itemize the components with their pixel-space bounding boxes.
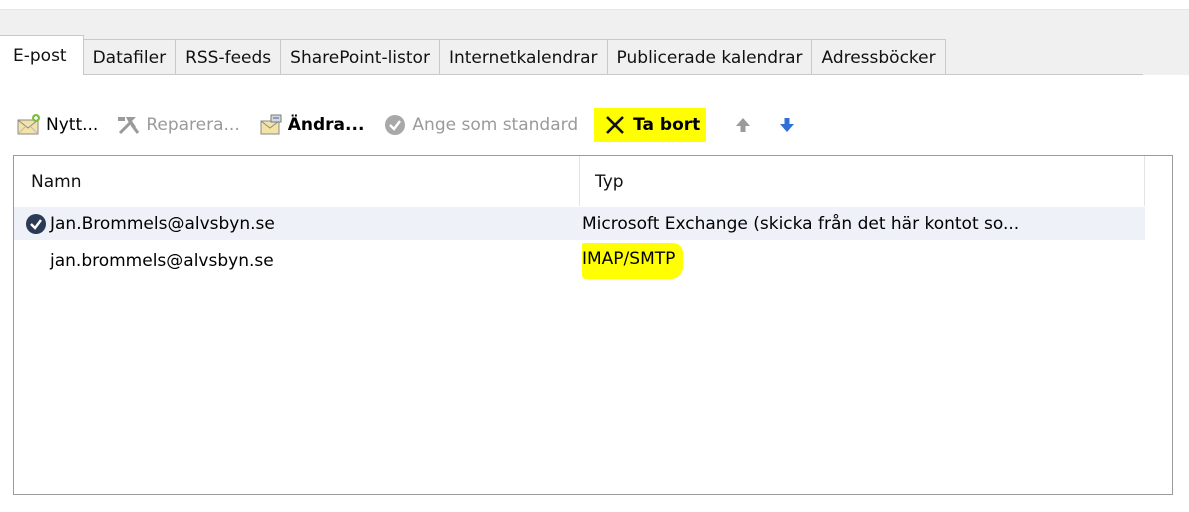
new-account-button[interactable]: Nytt... (16, 112, 98, 138)
arrow-down-icon (774, 112, 800, 138)
tab-strip: E-post Datafiler RSS-feeds SharePoint-li… (0, 35, 946, 75)
envelope-new-icon (16, 112, 42, 138)
column-separator-end (1144, 156, 1145, 206)
account-name: jan.brommels@alvsbyn.se (50, 250, 274, 271)
account-name-cell: jan.brommels@alvsbyn.se (50, 251, 274, 271)
tab-address-books[interactable]: Adressböcker (811, 39, 946, 75)
default-account-check-icon (25, 213, 47, 235)
move-up-button[interactable] (730, 112, 760, 138)
set-default-label: Ange som standard (412, 115, 579, 135)
column-header-type[interactable]: Typ (595, 172, 624, 192)
new-account-label: Nytt... (46, 115, 99, 135)
account-name: Jan.Brommels@alvsbyn.se (50, 213, 275, 234)
column-header-name[interactable]: Namn (31, 172, 81, 192)
account-row[interactable]: Jan.Brommels@alvsbyn.se Microsoft Exchan… (14, 207, 1145, 240)
set-default-button[interactable]: Ange som standard (382, 112, 578, 138)
account-row[interactable]: jan.brommels@alvsbyn.se IMAP/SMTP (14, 242, 1145, 279)
tab-internet-calendars[interactable]: Internetkalendrar (438, 39, 608, 75)
account-list[interactable]: Namn Typ Jan.Brommels@alvsbyn.se Microso… (13, 155, 1173, 495)
account-toolbar: Nytt... Reparera... Ändra... Ange som st… (16, 107, 822, 143)
tab-email[interactable]: E-post (0, 35, 84, 75)
tab-published-calendars[interactable]: Publicerade kalendrar (606, 39, 813, 75)
change-account-label: Ändra... (287, 115, 365, 135)
repair-button[interactable]: Reparera... (116, 112, 240, 138)
delete-x-icon (602, 112, 628, 138)
tab-data-files[interactable]: Datafiler (82, 39, 177, 75)
tab-rss-feeds[interactable]: RSS-feeds (175, 39, 282, 75)
arrow-up-icon (730, 112, 756, 138)
delete-account-button[interactable]: Ta bort (594, 108, 707, 142)
account-type: Microsoft Exchange (skicka från det här … (582, 213, 1020, 234)
change-account-button[interactable]: Ändra... (258, 112, 365, 138)
tools-repair-icon (116, 112, 142, 138)
change-account-icon (258, 112, 284, 138)
delete-account-label: Ta bort (633, 115, 701, 135)
checkmark-circle-icon (382, 112, 408, 138)
account-type: IMAP/SMTP (582, 242, 684, 279)
account-name-cell: Jan.Brommels@alvsbyn.se (25, 213, 275, 235)
move-down-button[interactable] (774, 112, 804, 138)
repair-label: Reparera... (146, 115, 240, 135)
tab-sharepoint-lists[interactable]: SharePoint-listor (280, 39, 440, 75)
column-separator (579, 156, 580, 206)
